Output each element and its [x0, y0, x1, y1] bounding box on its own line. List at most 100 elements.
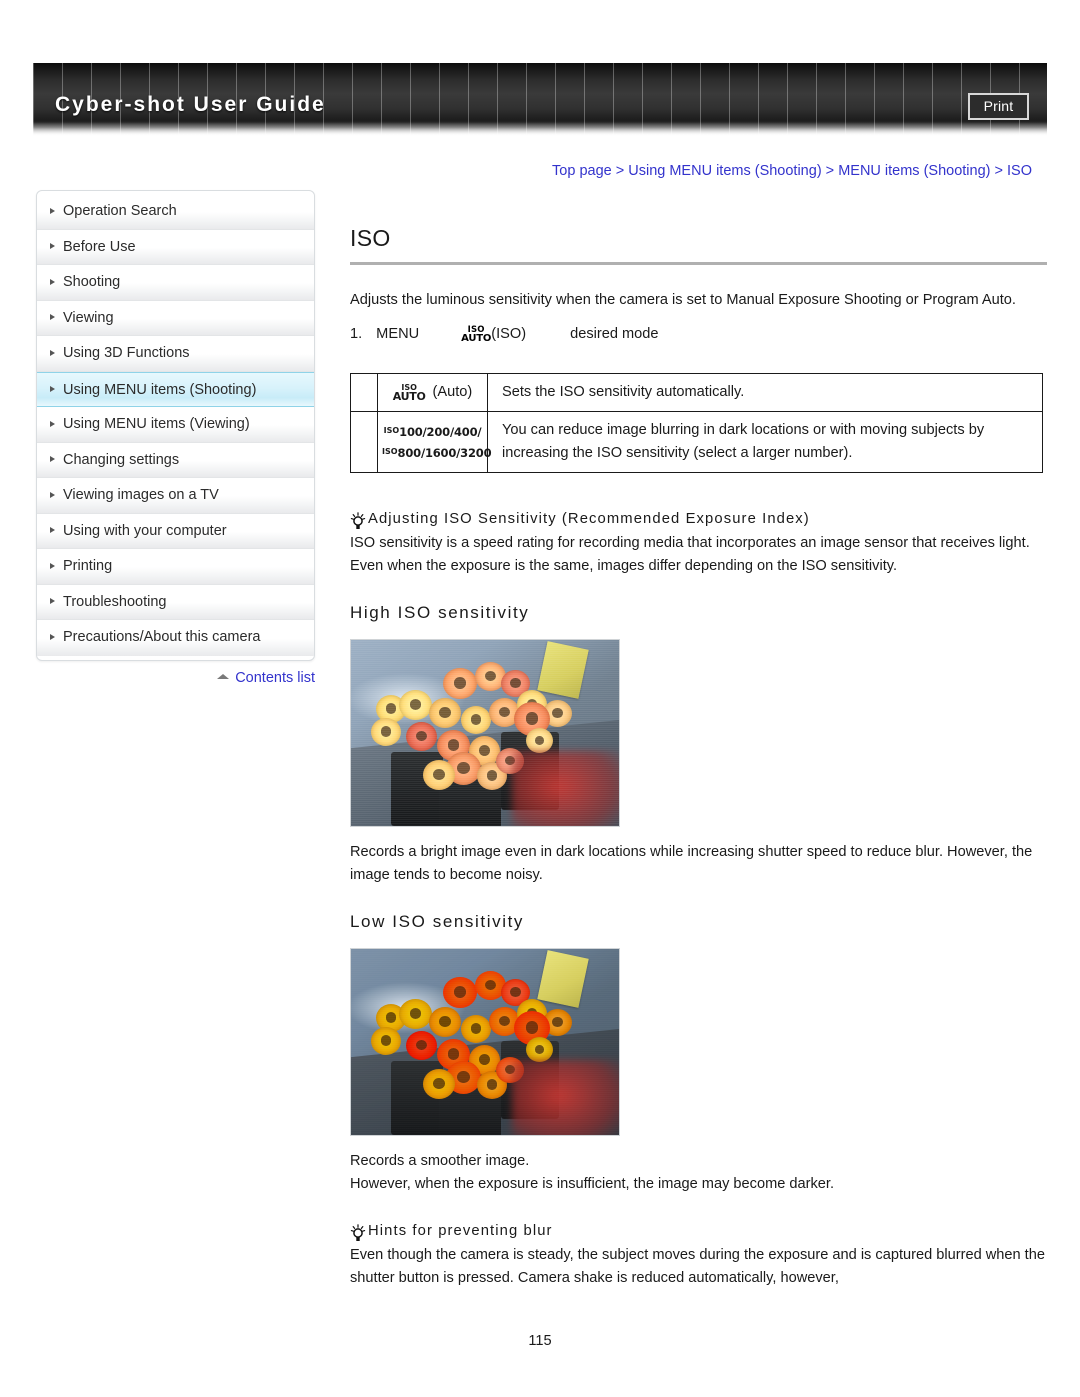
- iso-auto-icon: ISO AUTO: [461, 325, 492, 344]
- breadcrumb-item-top-page[interactable]: Top page: [552, 163, 612, 179]
- iso-values-badge: ISO100/200/400/ ISO800/1600/3200: [382, 424, 492, 460]
- sidebar-item-viewing-images-on-a-tv[interactable]: Viewing images on a TV: [37, 478, 314, 514]
- contents-list-link[interactable]: Contents list: [36, 670, 315, 686]
- site-header: Cyber-shot User Guide Print: [33, 63, 1047, 136]
- iso-sup-label: ISO: [382, 446, 398, 456]
- page-number: 115: [528, 1333, 552, 1349]
- print-button[interactable]: Print: [968, 93, 1029, 120]
- photo-low-iso: [350, 947, 620, 1136]
- breadcrumb-separator: >: [990, 163, 1008, 179]
- subheading-low-iso: Low ISO sensitivity: [350, 911, 525, 931]
- chevron-right-icon: [50, 349, 55, 356]
- step-menu-label: MENU: [376, 326, 420, 342]
- sidebar-item-using-3d-functions[interactable]: Using 3D Functions: [37, 336, 314, 372]
- table-spacer-cell: [350, 410, 378, 473]
- chevron-right-icon: [50, 527, 55, 534]
- lightbulb-icon: [350, 1223, 366, 1242]
- iso-values-low: 100/200/400/: [399, 424, 482, 439]
- subheading-high-iso: High ISO sensitivity: [350, 602, 530, 622]
- sidebar-item-label: Changing settings: [63, 451, 180, 468]
- caption-low-iso-line-2: However, when the exposure is insufficie…: [350, 1176, 835, 1192]
- sidebar-item-operation-search[interactable]: Operation Search: [37, 194, 314, 230]
- iso-auto-badge: ISO AUTO (Auto): [382, 381, 483, 404]
- sidebar-item-label: Before Use: [63, 238, 136, 255]
- sidebar-item-label: Printing: [63, 558, 113, 574]
- page-title: ISO: [350, 225, 391, 251]
- sidebar-item-label: Troubleshooting: [63, 593, 167, 610]
- sidebar-item-before-use[interactable]: Before Use: [37, 229, 314, 265]
- contents-list-label: Contents list: [235, 670, 315, 686]
- sidebar-item-label: Using MENU items (Shooting): [63, 381, 257, 398]
- chevron-right-icon: [50, 207, 55, 214]
- site-title: Cyber-shot User Guide: [55, 93, 326, 116]
- sidebar-item-label: Viewing images on a TV: [63, 487, 219, 503]
- iso-auto-icon: ISO AUTO: [392, 383, 426, 403]
- sidebar-item-label: Shooting: [63, 274, 121, 290]
- iso-sup-label: ISO: [383, 425, 400, 435]
- chevron-right-icon: [50, 278, 55, 285]
- chevron-right-icon: [50, 491, 55, 498]
- sidebar-item-label: Precautions/About this camera: [63, 629, 261, 645]
- step-result: desired mode: [570, 326, 659, 342]
- table-icon-cell-numbers: ISO100/200/400/ ISO800/1600/3200: [377, 410, 492, 473]
- sidebar-item-using-menu-items-viewing[interactable]: Using MENU items (Viewing): [37, 407, 314, 443]
- sidebar-nav: Operation Search Before Use Shooting Vie…: [36, 190, 315, 661]
- sidebar-item-using-menu-items-shooting[interactable]: Using MENU items (Shooting): [37, 371, 314, 407]
- tip-heading-label: Adjusting ISO Sensitivity (Recommended E…: [368, 510, 810, 527]
- step-number: 1.: [350, 326, 363, 342]
- tip-body-hints-preventing-blur: Even though the camera is steady, the su…: [350, 1246, 1045, 1287]
- sidebar-item-printing[interactable]: Printing: [37, 549, 314, 585]
- chevron-right-icon: [50, 314, 55, 321]
- sidebar-item-label: Operation Search: [63, 203, 177, 219]
- chevron-right-icon: [50, 456, 55, 463]
- page-root: Cyber-shot User Guide Print Top page > U…: [0, 0, 1080, 1397]
- table-row: ISO AUTO (Auto) Sets the ISO sensitivity…: [350, 372, 1043, 412]
- lightbulb-icon: [350, 511, 366, 530]
- breadcrumb: Top page > Using MENU items (Shooting) >…: [512, 163, 1032, 179]
- iso-values-row-1: ISO100/200/400/: [382, 424, 483, 439]
- iso-values-row-2: ISO800/1600/3200: [382, 445, 492, 460]
- iso-auto-label: (Auto): [432, 383, 473, 400]
- iso-values-high: 800/1600/3200: [397, 445, 492, 460]
- photo-high-iso: [350, 638, 620, 827]
- sidebar-item-viewing[interactable]: Viewing: [37, 300, 314, 336]
- breadcrumb-separator: >: [611, 163, 629, 179]
- sidebar-item-using-with-your-computer[interactable]: Using with your computer: [37, 513, 314, 549]
- chevron-right-icon: [50, 562, 55, 569]
- iso-auto-icon-bottom: AUTO: [392, 390, 426, 403]
- header-fade-overlay: [33, 122, 1047, 136]
- sidebar-item-label: Viewing: [63, 309, 114, 326]
- sidebar-item-troubleshooting[interactable]: Troubleshooting: [37, 584, 314, 620]
- tip-body-adjusting-iso: ISO sensitivity is a speed rating for re…: [350, 534, 1030, 575]
- table-description-numbers: You can reduce image blurring in dark lo…: [487, 410, 1043, 473]
- title-divider: [350, 262, 1047, 265]
- table-description-auto: Sets the ISO sensitivity automatically.: [487, 372, 1043, 412]
- iso-auto-icon-bottom: AUTO: [461, 332, 492, 344]
- sidebar-item-changing-settings[interactable]: Changing settings: [37, 442, 314, 478]
- table-spacer-cell: [350, 372, 378, 412]
- arrow-up-icon: [217, 674, 230, 679]
- step-icon-caption: (ISO): [491, 326, 527, 342]
- caption-high-iso: Records a bright image even in dark loca…: [350, 843, 1033, 884]
- intro-paragraph: Adjusts the luminous sensitivity when th…: [350, 292, 1016, 308]
- breadcrumb-item-menu-items-shooting[interactable]: MENU items (Shooting): [838, 163, 990, 179]
- breadcrumb-item-iso[interactable]: ISO: [1007, 163, 1032, 179]
- chevron-right-icon: [50, 634, 55, 641]
- breadcrumb-separator: >: [821, 163, 839, 179]
- tip-heading-adjusting-iso: Adjusting ISO Sensitivity (Recommended E…: [350, 511, 1047, 529]
- chevron-right-icon: [50, 420, 55, 427]
- sidebar-item-label: Using 3D Functions: [63, 345, 190, 361]
- chevron-right-icon: [50, 385, 55, 392]
- iso-options-table: ISO AUTO (Auto) Sets the ISO sensitivity…: [350, 372, 1043, 473]
- sidebar-item-shooting[interactable]: Shooting: [37, 265, 314, 301]
- chevron-right-icon: [50, 598, 55, 605]
- step-instruction: 1. MENU ISO AUTO (ISO) desired mode: [350, 325, 1047, 344]
- table-icon-cell-auto: ISO AUTO (Auto): [377, 372, 488, 412]
- breadcrumb-item-using-menu-items-shooting[interactable]: Using MENU items (Shooting): [628, 163, 821, 179]
- caption-low-iso-line-1: Records a smoother image.: [350, 1152, 530, 1169]
- sidebar-item-precautions-about-this-camera[interactable]: Precautions/About this camera: [37, 620, 314, 656]
- table-row: ISO100/200/400/ ISO800/1600/3200 You can…: [350, 410, 1043, 473]
- chevron-right-icon: [50, 243, 55, 250]
- main-content: ISO Adjusts the luminous sensitivity whe…: [350, 225, 1047, 1291]
- sidebar-item-label: Using MENU items (Viewing): [63, 416, 250, 432]
